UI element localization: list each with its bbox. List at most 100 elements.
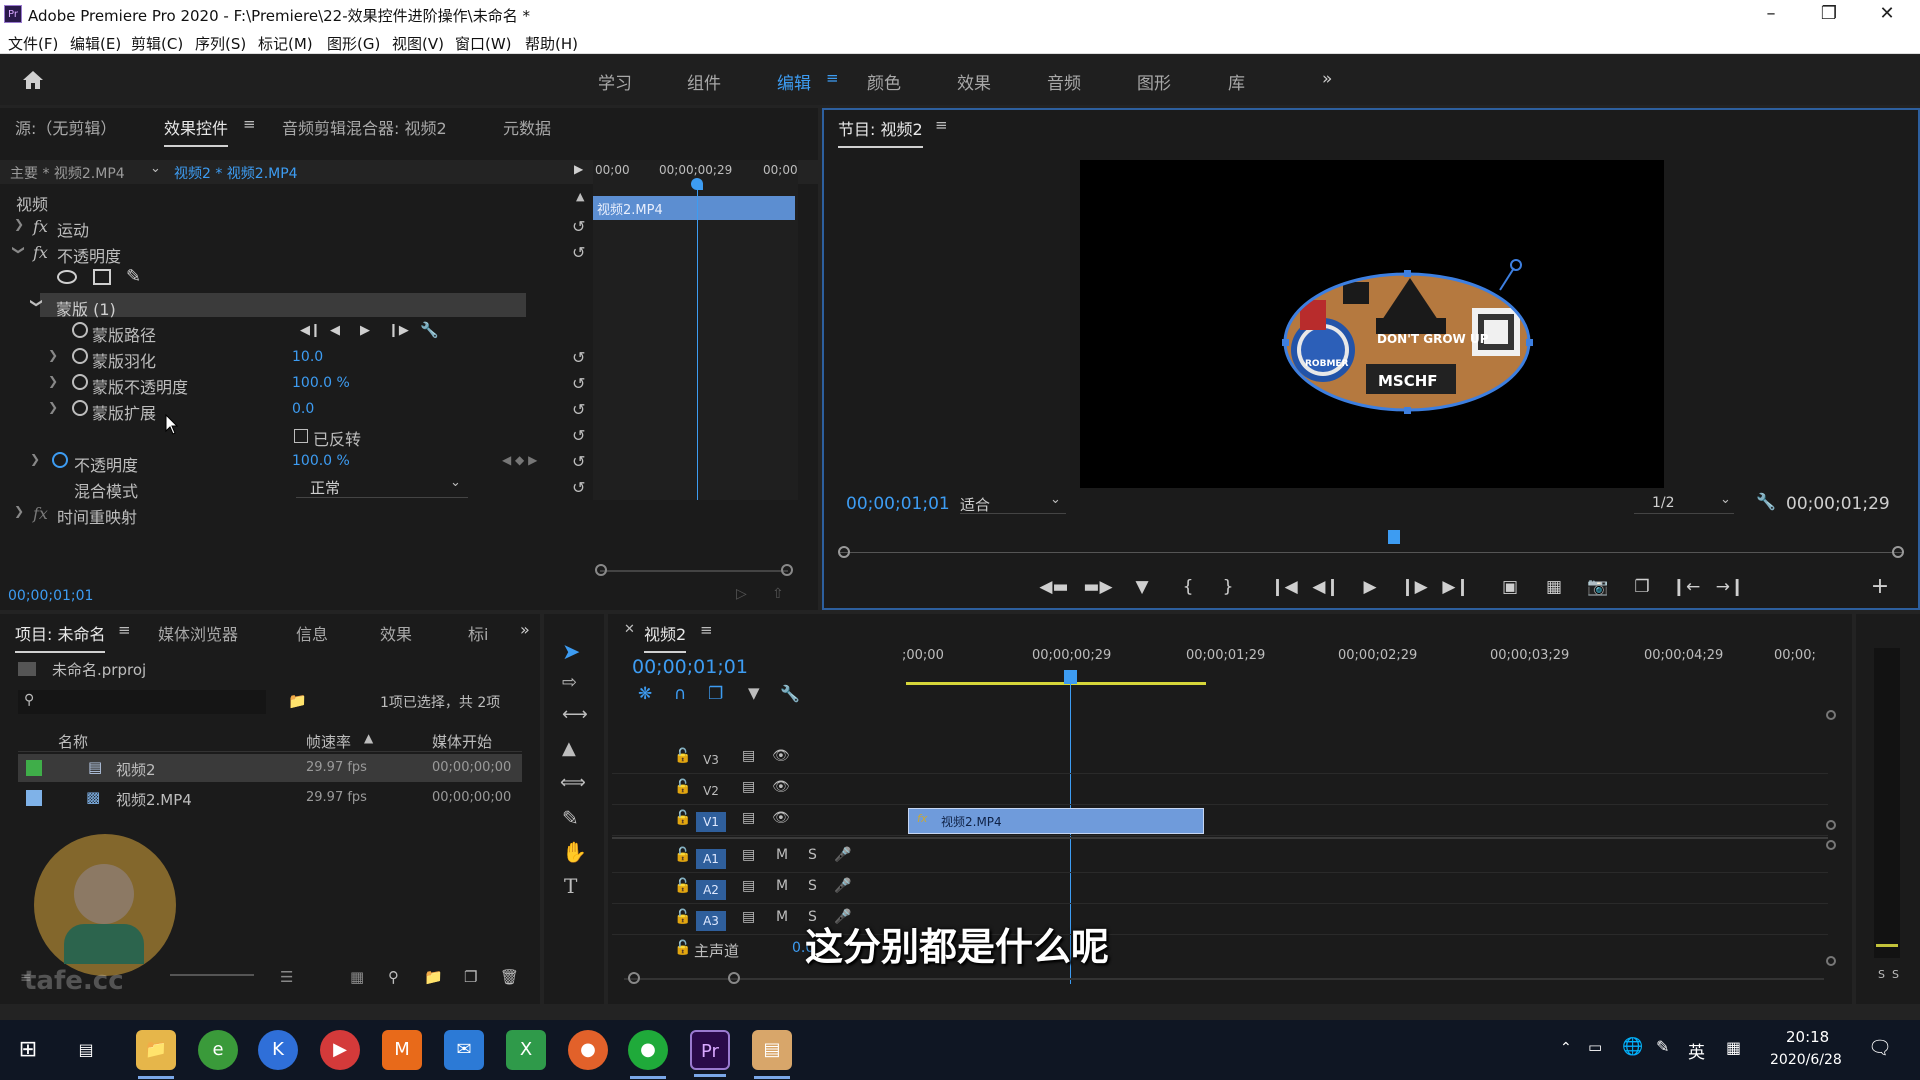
linked-selection-icon[interactable]: ❐ — [708, 684, 723, 704]
microphone-icon[interactable]: 🎤 — [834, 847, 851, 863]
menu-marker[interactable]: 标记(M) — [258, 33, 313, 54]
go-to-in-icon[interactable]: ❙◀ — [1268, 574, 1300, 600]
eye-icon[interactable]: 👁 — [772, 810, 790, 826]
pen-tray-icon[interactable]: ✎ — [1656, 1037, 1669, 1056]
microphone-icon[interactable]: 🎤 — [834, 878, 851, 894]
solo-button[interactable]: S — [808, 847, 817, 863]
tab-info[interactable]: 信息 — [296, 621, 328, 645]
effect-controls-timecode[interactable]: 00;00;01;01 — [8, 588, 93, 604]
hscroll-end-handle[interactable] — [728, 972, 740, 984]
lock-icon[interactable]: 🔓 — [674, 779, 691, 795]
render-icon[interactable]: ▷ — [736, 586, 747, 602]
automate-to-sequence-icon[interactable]: ▦ — [350, 968, 364, 986]
chevron-down-icon[interactable]: ❯ — [12, 245, 26, 255]
pen-tool-icon[interactable]: ✎ — [562, 806, 579, 830]
mask-expansion-value[interactable]: 0.0 — [292, 401, 314, 417]
project-item-row[interactable]: ▤ 视频2 29.97 fps 00;00;00;00 — [18, 754, 522, 782]
reset-icon[interactable]: ↺ — [572, 348, 585, 367]
scroll-up-icon[interactable]: ▲ — [576, 190, 584, 203]
mail-icon[interactable]: ✉ — [444, 1030, 484, 1070]
panel-menu-icon[interactable]: ≡ — [935, 116, 948, 134]
lock-icon[interactable]: 🔓 — [674, 878, 691, 894]
track-select-tool-icon[interactable]: ⇨ — [562, 672, 577, 693]
video-player-icon[interactable]: ▶ — [320, 1030, 360, 1070]
mute-button[interactable]: M — [776, 878, 788, 894]
step-forward-icon[interactable]: ❙▶ — [1398, 574, 1430, 600]
reset-icon[interactable]: ↺ — [572, 243, 585, 262]
kugou-music-icon[interactable]: K — [258, 1030, 298, 1070]
tab-sequence[interactable]: 视频2 — [644, 621, 687, 653]
mask-opacity-row[interactable]: ❯ 蒙版不透明度 100.0 % ↺ — [8, 371, 588, 397]
reset-icon[interactable]: ↺ — [572, 452, 585, 471]
project-item-row[interactable]: ▩ 视频2.MP4 29.97 fps 00;00;00;00 — [18, 784, 522, 812]
program-monitor-title[interactable]: 节目: 视频2 — [838, 116, 923, 148]
notification-icon[interactable]: 🗨 — [1868, 1036, 1892, 1059]
stopwatch-icon[interactable] — [72, 322, 88, 338]
program-playhead[interactable] — [1388, 530, 1400, 544]
hand-tool-icon[interactable]: ✋ — [562, 840, 587, 864]
extract-icon[interactable]: ▦ — [1538, 574, 1570, 600]
minimize-button[interactable]: – — [1742, 0, 1800, 30]
mark-out-icon[interactable]: } — [1212, 574, 1244, 600]
sync-lock-icon[interactable]: ▤ — [742, 878, 755, 894]
lock-icon[interactable]: 🔓 — [674, 748, 691, 764]
tab-effects[interactable]: 效果 — [380, 621, 412, 645]
lift-icon[interactable]: ▣ — [1494, 574, 1526, 600]
add-marker-icon[interactable]: ▼ — [1126, 574, 1158, 600]
menu-clip[interactable]: 剪辑(C) — [131, 33, 183, 54]
comparison-view-icon[interactable]: ❐ — [1626, 574, 1658, 600]
selection-tool-icon[interactable]: ➤ — [562, 640, 580, 665]
tab-effect-controls[interactable]: 效果控件 — [164, 115, 229, 147]
mini-playhead-handle[interactable] — [691, 178, 703, 190]
new-bin-icon[interactable]: 📁 — [424, 968, 443, 986]
menu-sequence[interactable]: 序列(S) — [195, 33, 246, 54]
excel-icon[interactable]: X — [506, 1030, 546, 1070]
ripple-edit-tool-icon[interactable]: ⟷ — [562, 704, 588, 725]
workspace-assembly[interactable]: 组件 — [687, 69, 721, 94]
menu-window[interactable]: 窗口(W) — [455, 33, 512, 54]
zoom-handle-right[interactable] — [781, 564, 793, 576]
track-forward-all-icon[interactable]: ❙▶ — [388, 323, 409, 338]
task-view-icon[interactable]: ▤ — [66, 1030, 106, 1070]
menu-view[interactable]: 视图(V) — [392, 33, 444, 54]
track-label-v3[interactable]: V3 — [696, 750, 726, 770]
tab-metadata[interactable]: 元数据 — [503, 115, 551, 139]
sync-lock-icon[interactable]: ▤ — [742, 779, 755, 795]
mindmaster-icon[interactable]: M — [382, 1030, 422, 1070]
effect-opacity-row[interactable]: ❯ fx 不透明度 ↺ — [8, 240, 588, 266]
opacity-param-row[interactable]: ❯ 不透明度 100.0 % ◀ ◆ ▶ ↺ — [8, 449, 588, 475]
opacity-param-value[interactable]: 100.0 % — [292, 453, 350, 469]
home-icon[interactable] — [20, 67, 46, 93]
track-backward-all-icon[interactable]: ◀❙ — [300, 323, 321, 338]
column-media-start[interactable]: 媒体开始 — [432, 731, 492, 752]
track-label-v2[interactable]: V2 — [696, 781, 726, 801]
fx-icon[interactable]: fx — [33, 243, 48, 262]
timeline-hscroll[interactable] — [624, 978, 1824, 980]
lock-icon[interactable]: 🔓 — [674, 847, 691, 863]
chevron-right-icon[interactable]: ❯ — [30, 452, 40, 466]
mask-feather-value[interactable]: 10.0 — [292, 349, 323, 365]
ime-indicator[interactable]: 英 — [1688, 1038, 1705, 1063]
track-a2[interactable]: 🔓 A2 ▤ M S 🎤 — [612, 874, 1828, 904]
find-icon[interactable]: ⚲ — [388, 968, 399, 986]
stopwatch-icon[interactable] — [72, 374, 88, 390]
workspace-libraries[interactable]: 库 — [1228, 69, 1245, 94]
sync-lock-icon[interactable]: ▤ — [742, 909, 755, 925]
track-backward-icon[interactable]: ◀ — [330, 323, 340, 338]
chevron-down-icon[interactable]: ⌄ — [150, 161, 161, 176]
blend-mode-row[interactable]: 混合模式 正常 ⌄ ↺ — [8, 475, 588, 501]
tab-project[interactable]: 项目: 未命名 — [15, 621, 106, 653]
workspace-audio[interactable]: 音频 — [1047, 69, 1081, 94]
chevron-right-icon[interactable]: ❯ — [48, 400, 58, 414]
reset-icon[interactable]: ↺ — [572, 374, 585, 393]
chevron-down-icon[interactable]: ❯ — [30, 298, 44, 308]
track-label-v1[interactable]: V1 — [696, 812, 726, 832]
lock-icon[interactable]: 🔓 — [674, 940, 691, 956]
new-bin-from-search-icon[interactable]: 📁 — [288, 692, 307, 710]
go-to-previous-edit-icon[interactable]: ❙← — [1670, 574, 1702, 600]
workspace-effects[interactable]: 效果 — [957, 69, 991, 94]
effect-motion-row[interactable]: ❯ fx 运动 ↺ — [8, 214, 588, 240]
clock-date[interactable]: 2020/6/28 — [1770, 1052, 1842, 1068]
program-scrubber-track[interactable] — [840, 552, 1904, 553]
mask-header-row[interactable]: ❯ 蒙版 (1) — [30, 293, 526, 319]
